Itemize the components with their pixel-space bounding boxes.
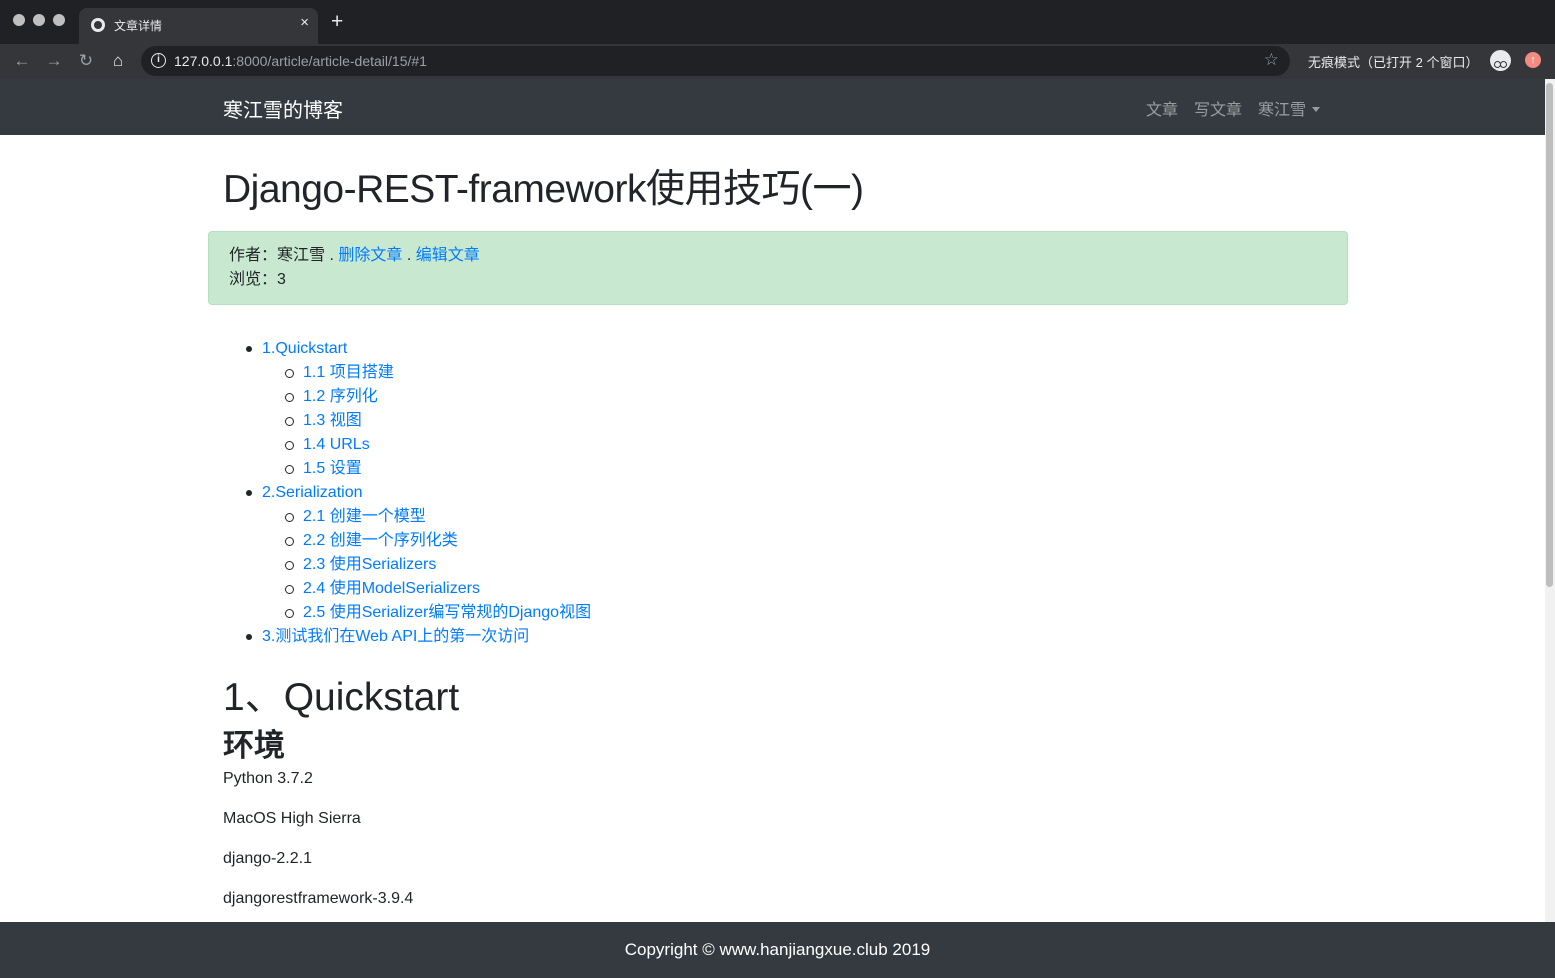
toc-subitem: 1.1 项目搭建 <box>223 361 591 385</box>
toc-subitem: 2.5 使用Serializer编写常规的Django视图 <box>223 601 591 625</box>
section-heading-quickstart: 1、Quickstart <box>223 676 460 719</box>
subsection-heading-environment: 环境 <box>223 728 285 763</box>
meta-separator: . <box>325 247 339 264</box>
toc-sublink[interactable]: 1.2 序列化 <box>303 388 378 405</box>
tab-title: 文章详情 <box>114 19 163 33</box>
article-meta-box: 作者：寒江雪 . 删除文章 . 编辑文章 浏览：3 <box>208 231 1348 305</box>
reload-icon[interactable]: ↻ <box>75 50 97 72</box>
home-icon[interactable]: ⌂ <box>107 50 129 72</box>
nav-user-label: 寒江雪 <box>1258 102 1307 119</box>
toc-item: 1.Quickstart <box>223 337 591 361</box>
tab-close-icon[interactable]: × <box>300 14 309 31</box>
toc-sublink[interactable]: 2.2 创建一个序列化类 <box>303 532 458 549</box>
forward-icon[interactable]: → <box>43 50 65 72</box>
toc-subitem: 2.3 使用Serializers <box>223 553 591 577</box>
article-title: Django-REST-framework使用技巧(一) <box>223 168 864 211</box>
toc-sublink[interactable]: 1.3 视图 <box>303 412 362 429</box>
update-icon[interactable]: ↑ <box>1525 52 1541 68</box>
window-close-dot[interactable] <box>13 14 25 26</box>
url-host: 127.0.0.1 <box>174 53 233 69</box>
site-navbar: 寒江雪的博客 文章 写文章 寒江雪 <box>0 79 1545 135</box>
url-path: :8000/article/article-detail/15/#1 <box>232 53 427 69</box>
info-icon[interactable]: i <box>151 53 166 68</box>
toc-sublink[interactable]: 2.5 使用Serializer编写常规的Django视图 <box>303 604 591 621</box>
meta-separator: . <box>402 247 416 264</box>
toc-sublink[interactable]: 1.1 项目搭建 <box>303 364 394 381</box>
back-icon[interactable]: ← <box>11 50 33 72</box>
toc-subitem: 2.4 使用ModelSerializers <box>223 577 591 601</box>
window-minimize-dot[interactable] <box>33 14 45 26</box>
window-maximize-dot[interactable] <box>53 14 65 26</box>
env-python: Python 3.7.2 <box>223 770 313 787</box>
toc-subitem: 1.3 视图 <box>223 409 591 433</box>
toc-sublink[interactable]: 2.3 使用Serializers <box>303 556 436 573</box>
toc-sublink[interactable]: 2.1 创建一个模型 <box>303 508 426 525</box>
incognito-label: 无痕模式（已打开 2 个窗口） <box>1308 55 1479 70</box>
views-label: 浏览： <box>229 271 278 288</box>
meta-line-author: 作者：寒江雪 . 删除文章 . 编辑文章 <box>229 244 1327 268</box>
new-tab-icon[interactable]: + <box>331 11 343 32</box>
caret-down-icon <box>1312 107 1321 112</box>
url-text[interactable]: 127.0.0.1:8000/article/article-detail/15… <box>174 53 427 69</box>
author-label: 作者： <box>229 247 278 264</box>
toc-subitem: 2.2 创建一个序列化类 <box>223 529 591 553</box>
toc-sublink[interactable]: 1.4 URLs <box>303 436 370 453</box>
env-django: django-2.2.1 <box>223 850 312 867</box>
views-count: 3 <box>277 271 286 288</box>
toc-sublink[interactable]: 1.5 设置 <box>303 460 362 477</box>
toc-subitem: 1.5 设置 <box>223 457 591 481</box>
table-of-contents: 1.Quickstart 1.1 项目搭建 1.2 序列化 1.3 视图 1.4… <box>223 337 591 649</box>
toc-link[interactable]: 2.Serialization <box>262 484 363 501</box>
nav-link-write-article[interactable]: 写文章 <box>1194 96 1242 120</box>
site-brand[interactable]: 寒江雪的博客 <box>223 94 343 123</box>
globe-icon <box>91 18 105 32</box>
nav-links: 文章 写文章 寒江雪 <box>1146 96 1321 120</box>
meta-line-views: 浏览：3 <box>229 268 1327 292</box>
site-footer: Copyright © www.hanjiangxue.club 2019 <box>0 922 1555 978</box>
toc-subitem: 1.4 URLs <box>223 433 591 457</box>
browser-toolbar: ← → ↻ ⌂ i 127.0.0.1:8000/article/article… <box>0 44 1555 79</box>
nav-user-dropdown[interactable]: 寒江雪 <box>1258 96 1321 120</box>
author-name: 寒江雪 <box>277 247 326 264</box>
env-os: MacOS High Sierra <box>223 810 361 827</box>
scrollbar-thumb[interactable] <box>1546 83 1553 587</box>
toc-subitem: 1.2 序列化 <box>223 385 591 409</box>
incognito-icon[interactable] <box>1490 50 1511 71</box>
star-icon[interactable]: ☆ <box>1264 50 1279 70</box>
toc-item: 2.Serialization <box>223 481 591 505</box>
toc-list: 1.Quickstart 1.1 项目搭建 1.2 序列化 1.3 视图 1.4… <box>223 337 591 649</box>
toc-sublink[interactable]: 2.4 使用ModelSerializers <box>303 580 480 597</box>
copyright-text: Copyright © www.hanjiangxue.club 2019 <box>624 940 931 959</box>
toc-item: 3.测试我们在Web API上的第一次访问 <box>223 625 591 649</box>
address-bar[interactable]: i 127.0.0.1:8000/article/article-detail/… <box>141 46 1290 76</box>
browser-tab[interactable]: 文章详情 × <box>79 8 318 44</box>
browser-tab-strip: 文章详情 × + <box>0 0 1555 44</box>
toc-link[interactable]: 3.测试我们在Web API上的第一次访问 <box>262 628 529 645</box>
edit-article-link[interactable]: 编辑文章 <box>416 247 480 264</box>
nav-link-articles[interactable]: 文章 <box>1146 96 1178 120</box>
toc-link[interactable]: 1.Quickstart <box>262 340 347 357</box>
toc-subitem: 2.1 创建一个模型 <box>223 505 591 529</box>
delete-article-link[interactable]: 删除文章 <box>338 247 402 264</box>
env-drf: djangorestframework-3.9.4 <box>223 890 414 907</box>
